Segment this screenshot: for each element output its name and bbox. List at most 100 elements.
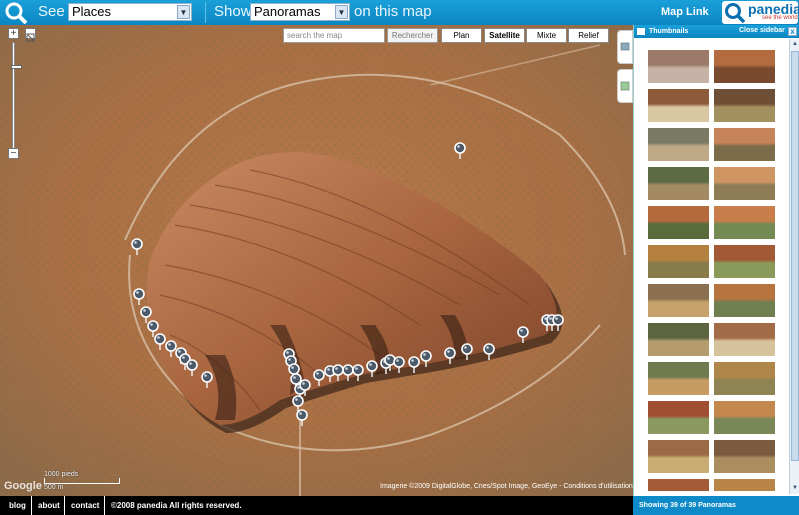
scale-bar: 1000 pieds 500 m [44,471,120,491]
show-select[interactable]: Panoramas ▼ [250,3,350,21]
panorama-thumbnail[interactable] [647,478,710,491]
panorama-thumbnail[interactable] [647,400,710,435]
scale-meters: 500 m [44,484,64,491]
panorama-thumbnail[interactable] [647,361,710,396]
sidebar-title: Thumbnails [649,28,689,35]
panorama-thumbnail[interactable] [647,205,710,240]
panorama-thumbnail[interactable] [647,283,710,318]
panorama-marker-icon[interactable] [131,238,143,255]
footer-copyright: ©2008 panedia All rights reserved. [111,501,242,510]
search-icon [5,2,28,24]
footer-link-contact[interactable]: contact [71,501,99,510]
panorama-thumbnail[interactable] [713,88,776,123]
tab-thumbnails[interactable] [617,30,633,64]
fit-icon [26,33,35,42]
logo-magnifier-icon [725,3,746,23]
panorama-thumbnail[interactable] [713,361,776,396]
map-type-plan[interactable]: Plan [441,28,482,43]
map-type-relief[interactable]: Relief [568,28,609,43]
panorama-thumbnail[interactable] [647,88,710,123]
zoom-slider-handle[interactable] [11,65,22,69]
panorama-thumbnail[interactable] [713,127,776,162]
see-label: See [38,3,65,20]
panorama-marker-icon[interactable] [366,360,378,377]
map-search-input[interactable]: search the map [283,28,385,43]
panorama-marker-icon[interactable] [420,350,432,367]
panorama-marker-icon[interactable] [552,314,564,331]
see-select-value: Places [72,4,112,19]
show-label: Show [214,3,252,20]
thumbnails-header-icon [637,28,645,35]
zoom-slider[interactable] [11,42,22,150]
map-link[interactable]: Map Link [661,6,709,18]
panorama-thumbnail[interactable] [647,49,710,84]
panorama-marker-icon[interactable] [517,326,529,343]
show-select-value: Panoramas [254,4,321,19]
footer-link-about[interactable]: about [38,501,60,510]
footer-divider [104,496,105,515]
panorama-thumbnail[interactable] [713,244,776,279]
panorama-marker-icon[interactable] [483,343,495,360]
fit-view-button[interactable] [25,28,36,42]
panorama-thumbnail[interactable] [713,283,776,318]
panorama-marker-icon[interactable] [393,356,405,373]
tab-list[interactable] [617,69,633,103]
panorama-thumbnail[interactable] [713,205,776,240]
sidebar-scrollbar[interactable]: ▲ ▼ [789,39,799,494]
map-type-satellite[interactable]: Satellite [484,28,525,43]
chevron-down-icon: ▼ [335,5,348,19]
panorama-thumbnail[interactable] [647,439,710,474]
panedia-logo[interactable]: panedia see the world [722,1,799,24]
on-map-label: on this map [354,3,432,20]
see-select[interactable]: Places ▼ [68,3,192,21]
map-copyright: Imagerie ©2009 DigitalGlobe, Cnes/Spot I… [380,483,633,490]
panorama-marker-icon[interactable] [186,359,198,376]
panorama-thumbnail[interactable] [713,478,776,491]
panorama-marker-icon[interactable] [352,364,364,381]
google-logo[interactable]: Google [4,480,42,492]
panorama-count-status: Showing 39 of 39 Panoramas [633,496,799,515]
list-icon [620,81,630,91]
scroll-down-icon[interactable]: ▼ [791,483,799,493]
thumbnail-grid [634,39,784,491]
close-sidebar-link[interactable]: Close sidebar [739,27,785,34]
thumbnails-icon [620,42,630,51]
footer-divider [64,496,65,515]
map-view[interactable]: + − search the map Rechercher Plan Satel… [0,25,633,496]
scrollbar-thumb[interactable] [791,51,799,461]
satellite-imagery [0,25,633,496]
footer-link-blog[interactable]: blog [9,501,26,510]
footer-divider [31,496,32,515]
panorama-marker-icon[interactable] [201,371,213,388]
panorama-marker-icon[interactable] [133,288,145,305]
panorama-thumbnail[interactable] [647,166,710,201]
top-bar: See Places ▼ Show Panoramas ▼ on this ma… [0,0,799,25]
panorama-marker-icon[interactable] [296,409,308,426]
chevron-down-icon: ▼ [177,5,190,19]
panorama-thumbnail[interactable] [713,400,776,435]
sidebar-header: Thumbnails Close sidebar x [634,25,799,38]
zoom-out-button[interactable]: − [8,148,19,159]
panorama-thumbnail[interactable] [713,166,776,201]
panorama-marker-icon[interactable] [454,142,466,159]
panorama-marker-icon[interactable] [444,347,456,364]
scale-feet: 1000 pieds [44,471,79,478]
panorama-marker-icon[interactable] [408,356,420,373]
panorama-thumbnail[interactable] [713,322,776,357]
panorama-thumbnail[interactable] [713,439,776,474]
panorama-marker-icon[interactable] [461,343,473,360]
search-button[interactable]: Rechercher [387,28,438,43]
panorama-thumbnail[interactable] [647,244,710,279]
scroll-up-icon[interactable]: ▲ [791,39,799,49]
panorama-thumbnail[interactable] [713,49,776,84]
footer: blog about contact ©2008 panedia All rig… [0,496,633,515]
panorama-marker-icon[interactable] [299,379,311,396]
divider [205,2,206,23]
panorama-thumbnail[interactable] [647,322,710,357]
logo-tagline: see the world [762,15,798,21]
close-icon[interactable]: x [788,27,797,36]
thumbnails-sidebar: Thumbnails Close sidebar x ▲ ▼ [633,25,799,496]
zoom-in-button[interactable]: + [8,28,19,39]
panorama-thumbnail[interactable] [647,127,710,162]
map-type-mixte[interactable]: Mixte [526,28,567,43]
